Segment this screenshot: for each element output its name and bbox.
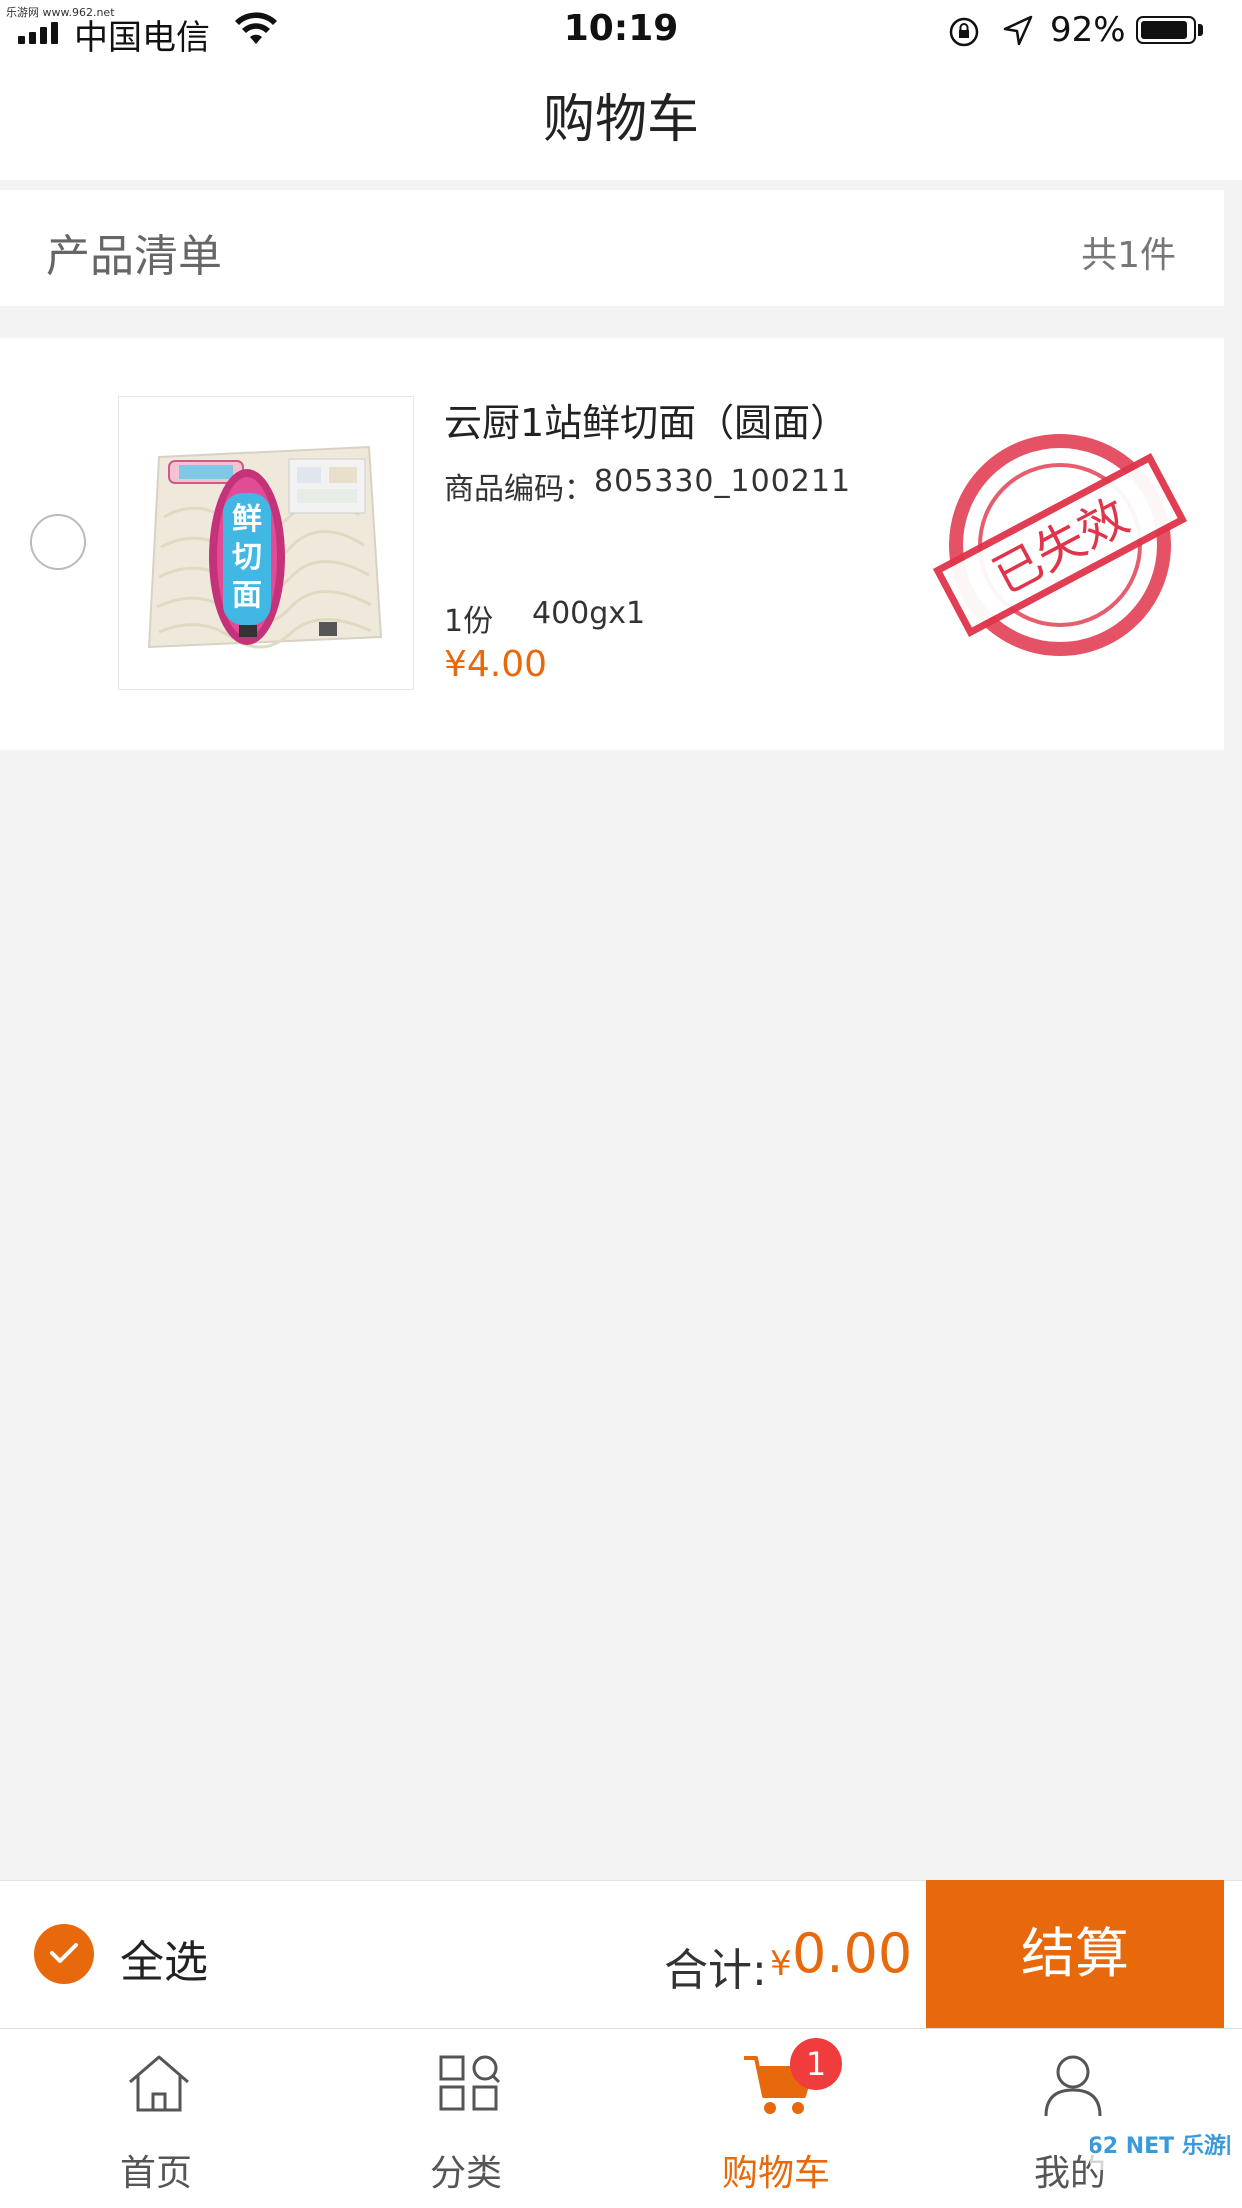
expired-stamp: 已失效 <box>932 434 1188 656</box>
svg-text:切: 切 <box>232 540 262 575</box>
tab-category-label: 分类 <box>429 2153 502 2194</box>
product-code: 805330_100211 <box>594 464 852 499</box>
noodle-package-image: 鲜 切 面 <box>119 397 413 689</box>
product-list-title: 产品清单 <box>46 231 222 282</box>
corner-watermark-text: 962 NET 乐游网 <box>1090 2133 1230 2159</box>
total-currency: ¥ <box>770 1944 792 1984</box>
checkout-button[interactable]: 结算 <box>926 1880 1224 2028</box>
svg-text:面: 面 <box>232 578 262 613</box>
rotation-lock-icon <box>949 17 979 47</box>
battery-icon <box>1136 16 1196 44</box>
select-all-label[interactable]: 全选 <box>120 1926 208 1990</box>
svg-text:鲜: 鲜 <box>232 502 262 537</box>
product-quantity: 1份 <box>444 604 494 639</box>
select-all-checkbox[interactable] <box>34 1924 94 1984</box>
corner-watermark: 962 NET 乐游网 <box>1090 2120 1230 2170</box>
item-select-radio[interactable] <box>30 514 86 570</box>
tab-cart-label: 购物车 <box>721 2153 830 2194</box>
total-label: 合计: <box>664 1945 767 1996</box>
tab-category[interactable]: 分类 <box>356 2028 576 2208</box>
tab-home[interactable]: 首页 <box>46 2028 266 2208</box>
product-name[interactable]: 云厨1站鲜切面（圆面） <box>444 392 848 447</box>
total-amount: 0.00 <box>792 1922 913 1985</box>
home-icon <box>129 2055 189 2112</box>
item-count: 共1件 <box>1081 235 1176 276</box>
location-icon <box>1003 15 1033 46</box>
category-icon <box>439 2055 501 2111</box>
tab-cart[interactable]: 购物车 <box>666 2028 886 2208</box>
battery-percent: 92% <box>1050 10 1126 50</box>
product-code-label: 商品编码： <box>444 472 594 507</box>
product-price: ¥4.00 <box>444 644 548 685</box>
product-image[interactable]: 鲜 切 面 <box>118 396 414 690</box>
tab-home-label: 首页 <box>119 2153 192 2194</box>
cart-count-badge: 1 <box>790 2038 842 2090</box>
tab-profile[interactable]: 我的 <box>960 2028 1180 2208</box>
product-spec: 400gx1 <box>532 596 646 631</box>
battery-tip <box>1198 24 1203 36</box>
page-title: 购物车 <box>542 90 699 150</box>
profile-icon <box>1044 2055 1102 2117</box>
checkmark-icon <box>50 1943 78 1963</box>
battery-level <box>1141 21 1187 39</box>
